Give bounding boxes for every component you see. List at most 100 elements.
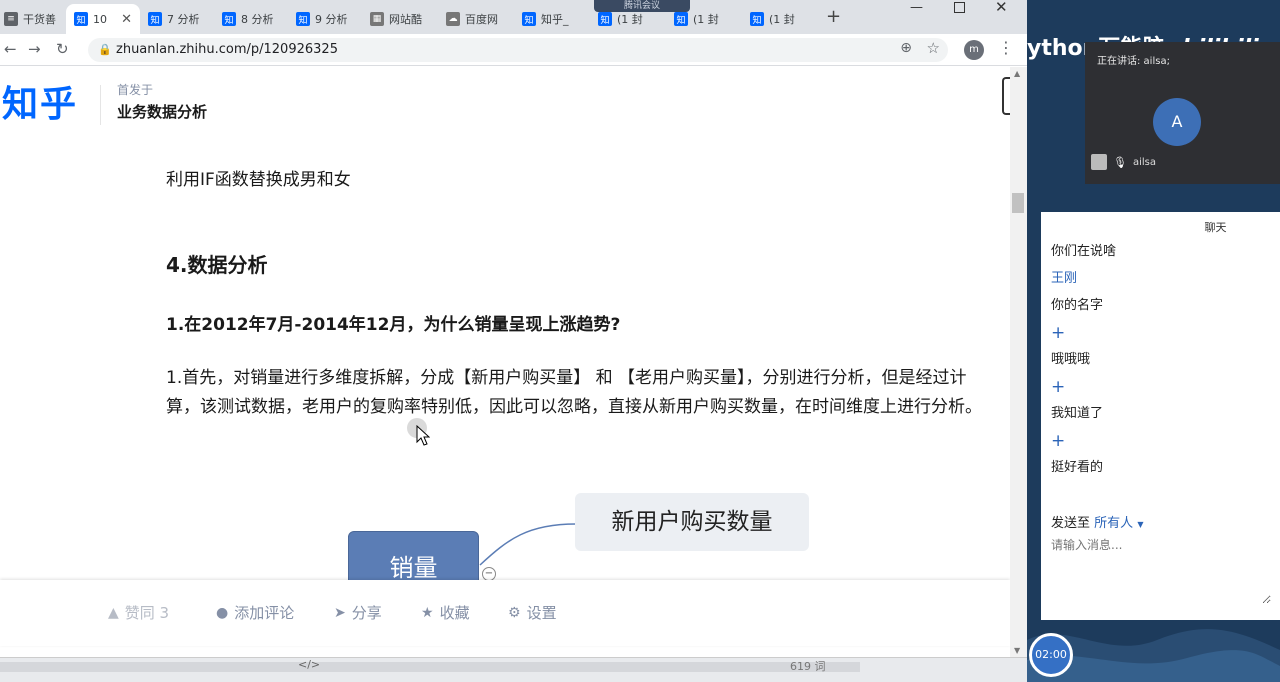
browser-toolbar: ← → ↻ 🔒 zhuanlan.zhihu.com/p/120926325 ⊕… xyxy=(0,34,1027,66)
tab-label: 网站酷 xyxy=(389,13,422,26)
reload-icon[interactable]: ↻ xyxy=(56,40,69,58)
zhihu-icon: 知 xyxy=(598,12,612,26)
heading-data-analysis: 4.数据分析 xyxy=(166,253,268,277)
doc-icon: ≡ xyxy=(4,12,18,26)
header-side-button[interactable] xyxy=(1002,77,1010,115)
chat-panel: 聊天 你们在说啥 王刚 你的名字 + 哦哦哦 + 我知道了 + 挺好看的 发送至… xyxy=(1041,212,1280,620)
zhihu-icon: 知 xyxy=(74,12,88,26)
publication-name[interactable]: 业务数据分析 xyxy=(117,101,207,122)
tab-label: 百度网 xyxy=(465,13,498,26)
star-icon: ★ xyxy=(421,604,434,621)
address-bar[interactable]: 🔒 zhuanlan.zhihu.com/p/120926325 ⊕ ☆ xyxy=(88,38,948,62)
chat-message: 我知道了 xyxy=(1051,406,1104,421)
meeting-overlay-label: 腾讯会议 xyxy=(594,0,690,12)
paragraph-if: 利用IF函数替换成男和女 xyxy=(166,170,351,190)
vertical-scrollbar[interactable]: ▲ ▼ xyxy=(1010,67,1027,657)
bookmark-star-icon[interactable]: ☆ xyxy=(927,39,940,57)
chat-plus-icon: + xyxy=(1051,323,1066,343)
mindmap-child-node: 新用户购买数量 xyxy=(575,493,809,551)
gear-icon: ⚙ xyxy=(508,604,521,621)
baidu-icon: ☁ xyxy=(446,12,460,26)
scroll-down-icon[interactable]: ▼ xyxy=(1014,646,1020,655)
window-close-button[interactable]: ✕ xyxy=(995,0,1008,16)
chat-message: 你们在说啥 xyxy=(1051,244,1117,259)
participant-avatar: A xyxy=(1153,98,1201,146)
forward-icon[interactable]: → xyxy=(28,40,41,58)
send-to-selector[interactable]: 发送至 所有人 ▼ xyxy=(1051,512,1143,531)
share-icon: ➤ xyxy=(334,604,346,621)
tab-4[interactable]: 知 9 分析 xyxy=(296,4,366,34)
tab-3[interactable]: 知 8 分析 xyxy=(222,4,292,34)
video-tile: 正在讲话: ailsa; A 🎙 ailsa xyxy=(1085,42,1280,184)
chevron-down-icon: ▼ xyxy=(1137,520,1144,529)
url-text: zhuanlan.zhihu.com/p/120926325 xyxy=(116,42,338,57)
tab-1-active[interactable]: 知 10 ✕ xyxy=(66,4,140,34)
status-bar: </> 619 词 xyxy=(0,657,1027,682)
minimize-button[interactable]: — xyxy=(910,0,923,15)
microphone-icon: 🎙 xyxy=(1113,155,1127,169)
meeting-timer[interactable]: 02:00 xyxy=(1029,633,1073,677)
settings-button[interactable]: ⚙ 设置 xyxy=(508,602,557,623)
tab-label: 干货善 xyxy=(23,13,56,26)
browser-window: ≡ 干货善 知 10 ✕ 知 7 分析 知 8 分析 知 9 分析 ▦ 网站酷 … xyxy=(0,0,1027,682)
back-icon[interactable]: ← xyxy=(4,40,17,58)
video-user-bar: 🎙 ailsa xyxy=(1091,154,1156,170)
send-to-target: 所有人 xyxy=(1094,516,1134,531)
tab-0[interactable]: ≡ 干货善 xyxy=(4,4,64,34)
article-action-bar: ▲ 赞同 3 ● 添加评论 ➤ 分享 ★ 收藏 ⚙ 设置 xyxy=(0,580,1010,646)
video-username: ailsa xyxy=(1132,156,1156,168)
word-count: 619 词 xyxy=(790,660,826,673)
favorite-label: 收藏 xyxy=(439,604,470,622)
like-label: 赞同 3 xyxy=(124,604,170,622)
meeting-panel: ython万能胶 bilibili 正在讲话: ailsa; A 🎙 ailsa… xyxy=(1027,0,1280,682)
chat-plus-icon: + xyxy=(1051,431,1066,451)
tab-label: 7 分析 xyxy=(167,13,200,26)
chat-message: 挺好看的 xyxy=(1051,460,1104,475)
zoom-icon[interactable]: ⊕ xyxy=(900,40,912,56)
send-to-label: 发送至 xyxy=(1051,516,1091,531)
tab-2[interactable]: 知 7 分析 xyxy=(148,4,218,34)
maximize-button[interactable] xyxy=(954,2,965,13)
published-in-label: 首发于 xyxy=(117,83,154,97)
tab-label: 9 分析 xyxy=(315,13,348,26)
tab-label: (1 封 xyxy=(769,13,795,26)
chat-message: 哦哦哦 xyxy=(1051,352,1091,367)
mindmap-connector xyxy=(479,523,577,566)
favorite-button[interactable]: ★ 收藏 xyxy=(421,602,470,623)
user-icon xyxy=(1091,154,1107,170)
horizontal-scrollbar[interactable] xyxy=(0,662,860,672)
zhihu-icon: 知 xyxy=(674,12,688,26)
tab-10[interactable]: 知 (1 封 xyxy=(750,4,814,34)
tab-label: 8 分析 xyxy=(241,13,274,26)
collapse-icon[interactable]: − xyxy=(482,567,496,581)
tab-label: 10 xyxy=(93,12,107,26)
scrollbar-thumb[interactable] xyxy=(1012,193,1024,213)
tab-5[interactable]: ▦ 网站酷 xyxy=(370,4,440,34)
scroll-up-icon[interactable]: ▲ xyxy=(1014,69,1020,78)
zhihu-icon: 知 xyxy=(148,12,162,26)
upvote-icon: ▲ xyxy=(108,604,119,621)
comment-button[interactable]: ● 添加评论 xyxy=(216,602,294,623)
close-icon[interactable]: ✕ xyxy=(121,12,132,27)
like-button[interactable]: ▲ 赞同 3 xyxy=(108,602,169,623)
zhihu-icon: 知 xyxy=(296,12,310,26)
tab-6[interactable]: ☁ 百度网 xyxy=(446,4,516,34)
comment-label: 添加评论 xyxy=(234,604,295,622)
profile-avatar[interactable]: m xyxy=(964,40,984,60)
code-toggle[interactable]: </> xyxy=(298,658,320,671)
chart-icon: ▦ xyxy=(370,12,384,26)
zhihu-icon: 知 xyxy=(750,12,764,26)
chat-sender-name: 王刚 xyxy=(1051,271,1078,286)
heading-question-1: 1.在2012年7月-2014年12月，为什么销量呈现上涨趋势? xyxy=(166,315,621,335)
mouse-cursor-icon xyxy=(416,425,430,446)
zhihu-icon: 知 xyxy=(222,12,236,26)
chat-input[interactable] xyxy=(1049,534,1271,604)
more-menu-icon[interactable]: ⋮ xyxy=(998,38,1014,57)
zhihu-logo[interactable]: 知乎 xyxy=(2,75,78,127)
share-button[interactable]: ➤ 分享 xyxy=(334,602,382,623)
new-tab-button[interactable]: + xyxy=(826,6,841,27)
chat-title: 聊天 xyxy=(1204,221,1227,234)
paragraph-1: 1.首先，对销量进行多维度拆解，分成【新用户购买量】 和 【老用户购买量】，分别… xyxy=(166,368,982,417)
tab-label: (1 封 xyxy=(693,13,719,26)
tab-7[interactable]: 知 知乎_ xyxy=(522,4,586,34)
